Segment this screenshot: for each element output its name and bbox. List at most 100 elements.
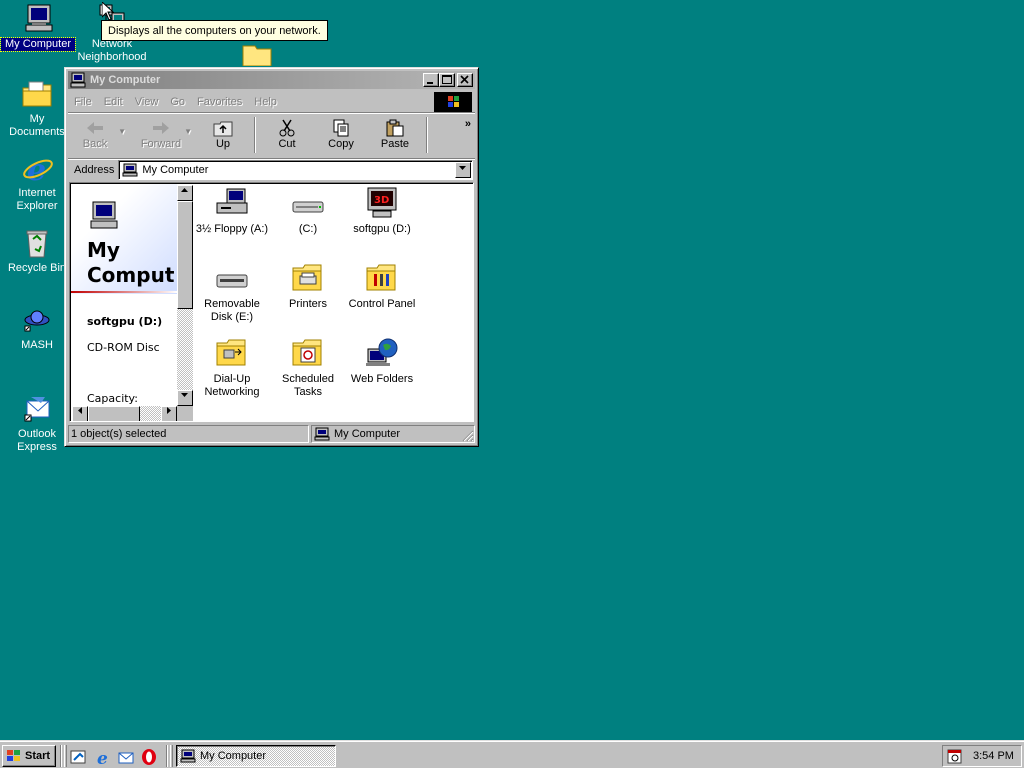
status-bar: 1 object(s) selected My Computer	[68, 425, 475, 443]
task-area-grip[interactable]	[170, 745, 173, 767]
opera-icon[interactable]	[140, 748, 158, 766]
desktop-icon-recycle-bin[interactable]: Recycle Bin	[0, 227, 74, 275]
scroll-right-button[interactable]	[161, 406, 177, 421]
item-drive-c[interactable]: (C:)	[270, 187, 346, 236]
web-folders-icon	[365, 337, 399, 369]
internet-explorer-icon[interactable]: e	[94, 748, 112, 768]
windows-logo-icon	[434, 92, 472, 112]
horizontal-scrollbar[interactable]	[72, 406, 177, 421]
up-folder-icon	[212, 119, 234, 137]
vertical-scroll-thumb[interactable]	[177, 201, 193, 309]
chevron-up-icon	[181, 188, 188, 192]
desktop-icon-outlook-express[interactable]: Outlook Express	[0, 393, 74, 454]
close-icon	[460, 75, 469, 84]
my-computer-icon	[22, 3, 54, 35]
horizontal-scroll-thumb[interactable]	[88, 406, 140, 421]
address-input[interactable]: My Computer	[142, 164, 455, 176]
outlook-express-icon[interactable]	[117, 748, 135, 766]
windows-flag-icon	[6, 749, 22, 763]
item-label: Web Folders	[350, 373, 414, 385]
menu-bar: File Edit View Go Favorites Help	[68, 91, 475, 113]
status-location: My Computer	[334, 428, 401, 440]
menu-file[interactable]: File	[68, 96, 98, 108]
selected-item-name: softgpu (D:)	[87, 315, 163, 328]
hard-drive-icon	[291, 187, 325, 219]
item-removable-e[interactable]: Removable Disk (E:)	[194, 262, 270, 324]
item-label: Scheduled Tasks	[282, 373, 334, 398]
desktop-icon-label: Internet Explorer	[16, 187, 58, 212]
capacity-label: Capacity:	[87, 392, 138, 405]
address-bar: Address My Computer	[68, 158, 475, 181]
item-scheduled-tasks[interactable]: Scheduled Tasks	[270, 337, 346, 399]
task-label: My Computer	[200, 750, 267, 762]
desktop-icon-label: Network Neighborhood	[77, 38, 147, 63]
cdrom-drive-icon: 3D	[365, 187, 399, 219]
maximize-icon	[442, 75, 452, 84]
my-computer-icon	[122, 163, 138, 177]
back-button[interactable]: Back ▼	[68, 116, 126, 154]
start-label: Start	[25, 750, 51, 762]
chevron-down-icon[interactable]: ▼	[184, 127, 192, 136]
scroll-left-button[interactable]	[72, 406, 88, 421]
scheduled-tasks-folder-icon	[291, 337, 325, 369]
item-printers[interactable]: Printers	[270, 262, 346, 311]
maximize-button[interactable]	[439, 73, 455, 87]
scroll-down-button[interactable]	[177, 390, 193, 406]
close-button[interactable]	[457, 73, 473, 87]
item-control-panel[interactable]: Control Panel	[344, 262, 420, 311]
desktop-icon-my-computer[interactable]: My Computer	[0, 3, 76, 52]
minimize-button[interactable]	[423, 73, 439, 87]
vertical-scrollbar[interactable]	[177, 185, 193, 406]
my-computer-icon	[70, 72, 86, 88]
status-location-panel: My Computer	[311, 425, 475, 443]
mash-icon	[21, 304, 53, 336]
forward-button[interactable]: Forward ▼	[134, 116, 192, 154]
show-desktop-icon[interactable]	[70, 748, 88, 766]
address-combobox[interactable]: My Computer	[118, 160, 473, 180]
start-button[interactable]: Start	[2, 745, 56, 767]
taskbar-divider	[166, 745, 168, 767]
title-bar[interactable]: My Computer	[68, 71, 475, 89]
my-computer-window[interactable]: My Computer File Edit View Go Favorites …	[64, 67, 479, 447]
clock[interactable]: 3:54 PM	[973, 750, 1014, 762]
scissors-icon	[276, 119, 298, 137]
menu-edit[interactable]: Edit	[98, 96, 129, 108]
item-softgpu-d[interactable]: 3D softgpu (D:)	[344, 187, 420, 236]
copy-button[interactable]: Copy	[314, 116, 368, 154]
paste-button[interactable]: Paste	[368, 116, 422, 154]
desktop-icon-mash[interactable]: MASH	[0, 304, 74, 352]
item-floppy-a[interactable]: 3½ Floppy (A:)	[194, 187, 270, 236]
item-dialup-networking[interactable]: Dial-Up Networking	[194, 337, 270, 399]
toolbar-separator	[254, 117, 256, 153]
scheduler-tray-icon[interactable]	[947, 748, 963, 764]
resize-grip-icon[interactable]	[462, 430, 474, 442]
copy-icon	[330, 119, 352, 137]
menu-go[interactable]: Go	[164, 96, 191, 108]
control-panel-folder-icon	[365, 262, 399, 294]
back-arrow-icon	[84, 119, 106, 137]
desktop-folder-icon-partial[interactable]	[241, 44, 273, 67]
desktop-icon-my-documents[interactable]: My Documents	[0, 78, 74, 139]
menu-help[interactable]: Help	[248, 96, 283, 108]
address-label: Address	[74, 164, 115, 176]
menu-view[interactable]: View	[129, 96, 165, 108]
info-pane-divider	[71, 291, 177, 293]
desktop-icon-label: Recycle Bin	[7, 262, 67, 274]
task-button-my-computer[interactable]: My Computer	[176, 745, 336, 767]
item-label: Printers	[289, 298, 327, 310]
toolbar-more-button[interactable]: »	[465, 118, 471, 130]
menu-favorites[interactable]: Favorites	[191, 96, 248, 108]
scroll-up-button[interactable]	[177, 185, 193, 201]
chevron-down-icon[interactable]: ▼	[118, 127, 126, 136]
address-dropdown-button[interactable]	[455, 162, 471, 178]
cut-button[interactable]: Cut	[260, 116, 314, 154]
printers-folder-icon	[291, 262, 325, 294]
chevron-left-icon	[78, 407, 82, 414]
up-button[interactable]: Up	[196, 116, 250, 154]
item-web-folders[interactable]: Web Folders	[344, 337, 420, 386]
mouse-cursor-icon	[101, 0, 115, 24]
quick-launch-grip[interactable]	[64, 745, 67, 767]
desktop-icon-label: MASH	[21, 339, 53, 351]
desktop-icon-internet-explorer[interactable]: e Internet Explorer	[0, 152, 74, 213]
minimize-icon	[427, 82, 433, 84]
